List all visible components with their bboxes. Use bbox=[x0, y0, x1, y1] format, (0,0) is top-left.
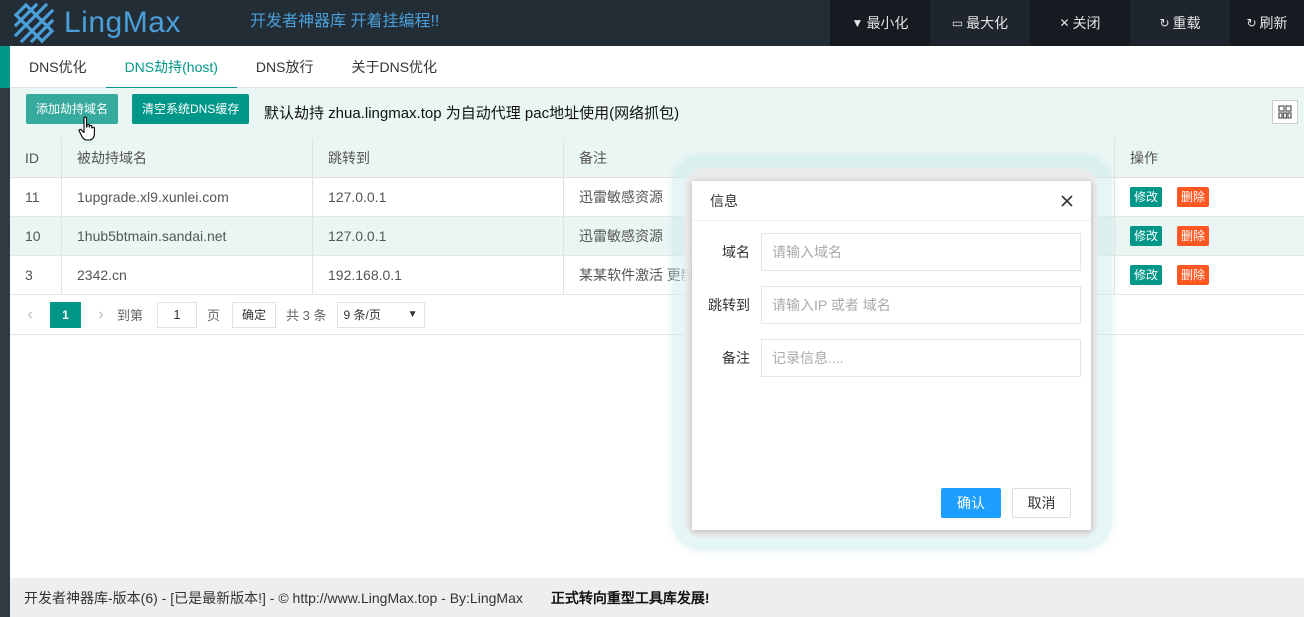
status-footer: 开发者神器库-版本(6) - [已是最新版本!] - © http://www.… bbox=[10, 578, 1304, 617]
caret-down-icon: ▼ bbox=[851, 16, 864, 30]
cell-actions: 修改 删除 bbox=[1115, 217, 1304, 255]
delete-button[interactable]: 删除 bbox=[1177, 187, 1210, 207]
dialog-cancel-button[interactable]: 取消 bbox=[1012, 488, 1071, 518]
close-window-button[interactable]: ✕ 关闭 bbox=[1030, 0, 1130, 46]
toolbar-notice: 默认劫持 zhua.lingmax.top 为自动代理 pac地址使用(网络抓包… bbox=[264, 105, 680, 122]
logo-text: LingMax bbox=[64, 6, 181, 39]
goto-label: 到第 bbox=[117, 308, 144, 323]
target-input[interactable] bbox=[761, 286, 1081, 324]
tab-about-dns[interactable]: 关于DNS优化 bbox=[332, 46, 456, 88]
dialog-confirm-button[interactable]: 确认 bbox=[941, 488, 1001, 518]
dialog-title-bar: 信息 bbox=[692, 181, 1091, 221]
refresh-icon: ↻ bbox=[1246, 16, 1257, 30]
form-row-note: 备注 bbox=[692, 339, 1091, 377]
app-header: LingMax 开发者神器库 开着挂编程!! ▼ 最小化 ▭ 最大化 ✕ 关闭 … bbox=[0, 0, 1304, 46]
tab-dns-allow[interactable]: DNS放行 bbox=[237, 46, 333, 88]
info-dialog: 信息 域名 跳转到 备注 确认 取消 bbox=[692, 181, 1091, 530]
form-row-domain: 域名 bbox=[692, 233, 1091, 271]
column-toggle-button[interactable] bbox=[1272, 100, 1298, 124]
cell-actions: 修改 删除 bbox=[1115, 256, 1304, 294]
close-icon: ✕ bbox=[1059, 16, 1070, 30]
cell-id: 10 bbox=[10, 217, 62, 255]
header-slogan: 开发者神器库 开着挂编程!! bbox=[250, 13, 440, 30]
logo: LingMax bbox=[12, 0, 181, 46]
note-label: 备注 bbox=[722, 350, 750, 366]
edit-button[interactable]: 修改 bbox=[1130, 226, 1163, 246]
cell-target: 127.0.0.1 bbox=[313, 217, 564, 255]
lingmax-logo-icon bbox=[13, 2, 55, 44]
refresh-button[interactable]: ↻ 刷新 bbox=[1230, 0, 1304, 46]
hand-cursor-icon bbox=[78, 116, 95, 141]
clear-dns-cache-button[interactable]: 清空系统DNS缓存 bbox=[132, 94, 250, 124]
form-row-target: 跳转到 bbox=[692, 286, 1091, 324]
cell-id: 3 bbox=[10, 256, 62, 294]
reload-label: 重载 bbox=[1172, 15, 1201, 31]
footer-version-text: 开发者神器库-版本(6) - [已是最新版本!] - © http://www.… bbox=[24, 589, 523, 606]
cell-domain: 1hub5btmain.sandai.net bbox=[62, 217, 313, 255]
window-icon: ▭ bbox=[951, 16, 964, 30]
close-label: 关闭 bbox=[1072, 15, 1101, 31]
prev-page-icon[interactable]: ‹ bbox=[18, 306, 42, 324]
next-page-icon[interactable]: › bbox=[89, 306, 113, 324]
domain-label: 域名 bbox=[722, 244, 750, 260]
cell-target: 192.168.0.1 bbox=[313, 256, 564, 294]
footer-slogan: 正式转向重型工具库发展! bbox=[550, 589, 710, 606]
left-sidebar-strip bbox=[0, 46, 10, 617]
minimize-button[interactable]: ▼ 最小化 bbox=[830, 0, 930, 46]
cell-actions: 修改 删除 bbox=[1115, 178, 1304, 216]
column-header-id[interactable]: ID bbox=[10, 138, 62, 177]
note-input[interactable] bbox=[761, 339, 1081, 377]
column-header-target[interactable]: 跳转到 bbox=[313, 138, 564, 177]
minimize-label: 最小化 bbox=[866, 15, 909, 31]
cell-domain: 1upgrade.xl9.xunlei.com bbox=[62, 178, 313, 216]
close-icon[interactable] bbox=[1059, 193, 1075, 209]
edit-button[interactable]: 修改 bbox=[1130, 265, 1163, 285]
refresh-label: 刷新 bbox=[1259, 15, 1288, 31]
reload-button[interactable]: ↻ 重载 bbox=[1130, 0, 1230, 46]
tab-bar: DNS优化 DNS劫持(host) DNS放行 关于DNS优化 bbox=[10, 46, 1304, 89]
edit-button[interactable]: 修改 bbox=[1130, 187, 1163, 207]
tab-dns-hijack[interactable]: DNS劫持(host) bbox=[105, 46, 238, 89]
cell-id: 11 bbox=[10, 178, 62, 216]
window-controls: ▼ 最小化 ▭ 最大化 ✕ 关闭 ↻ 重载 ↻ 刷新 bbox=[830, 0, 1304, 46]
page-unit-label: 页 bbox=[207, 308, 221, 323]
tab-dns-optimize[interactable]: DNS优化 bbox=[10, 46, 106, 88]
page-size-select[interactable]: 9 条/页 ▼ bbox=[336, 301, 425, 328]
reload-icon: ↻ bbox=[1159, 16, 1170, 30]
current-page-button[interactable]: 1 bbox=[50, 301, 81, 328]
cell-domain: 2342.cn bbox=[62, 256, 313, 294]
cell-target: 127.0.0.1 bbox=[313, 178, 564, 216]
chevron-down-icon: ▼ bbox=[407, 309, 418, 320]
page-size-value: 9 条/页 bbox=[343, 308, 381, 322]
dialog-title: 信息 bbox=[710, 193, 738, 209]
column-header-actions: 操作 bbox=[1130, 149, 1158, 166]
toolbar: 添加劫持域名 清空系统DNS缓存 默认劫持 zhua.lingmax.top 为… bbox=[10, 88, 1304, 138]
goto-confirm-button[interactable]: 确定 bbox=[232, 301, 277, 328]
total-count: 共 3 条 bbox=[286, 308, 327, 323]
table-header: ID 被劫持域名 跳转到 备注 操作 bbox=[10, 138, 1304, 178]
column-header-domain[interactable]: 被劫持域名 bbox=[62, 138, 313, 177]
domain-input[interactable] bbox=[761, 233, 1081, 271]
add-hijack-domain-button[interactable]: 添加劫持域名 bbox=[26, 94, 119, 124]
delete-button[interactable]: 删除 bbox=[1177, 226, 1210, 246]
maximize-label: 最大化 bbox=[966, 15, 1009, 31]
grid-icon bbox=[1278, 105, 1292, 119]
sidebar-active-marker bbox=[0, 46, 10, 88]
delete-button[interactable]: 删除 bbox=[1177, 265, 1210, 285]
goto-page-input[interactable] bbox=[157, 301, 198, 328]
target-label: 跳转到 bbox=[708, 297, 750, 313]
maximize-button[interactable]: ▭ 最大化 bbox=[930, 0, 1030, 46]
